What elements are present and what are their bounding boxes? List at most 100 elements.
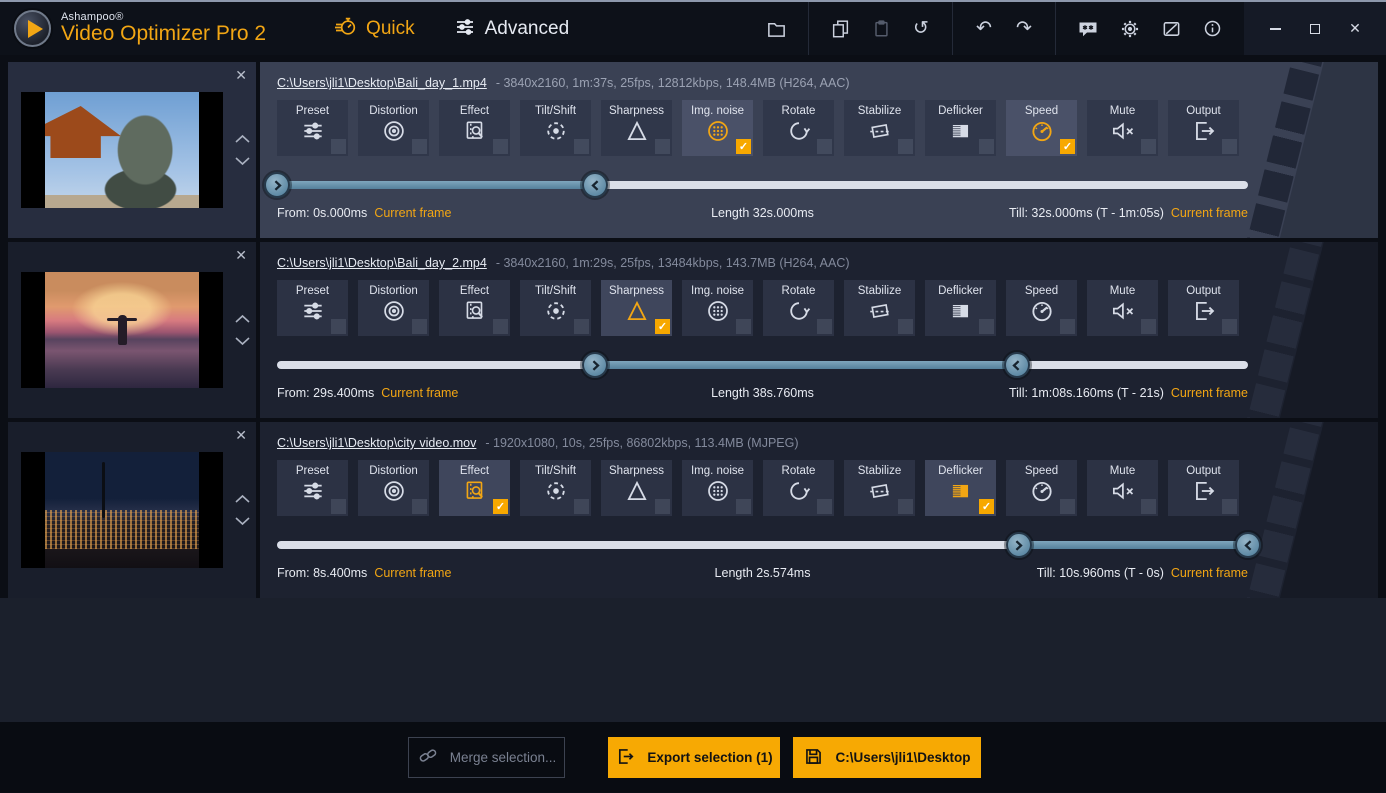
export-selection-button[interactable]: Export selection (1) [608, 737, 780, 778]
tool-button-tiltshift[interactable]: Tilt/Shift [520, 280, 591, 336]
slider-handle-till[interactable] [582, 172, 608, 198]
tool-checkbox[interactable] [412, 319, 427, 334]
tool-checkbox[interactable]: ✓ [979, 499, 994, 514]
tool-checkbox[interactable] [493, 319, 508, 334]
tool-checkbox[interactable] [1222, 319, 1237, 334]
tool-button-sharpness[interactable]: Sharpness [601, 460, 672, 516]
video-thumbnail[interactable] [21, 272, 223, 388]
tool-checkbox[interactable] [493, 139, 508, 154]
feedback-button[interactable] [1077, 19, 1099, 39]
tool-checkbox[interactable] [574, 139, 589, 154]
tool-button-stabilize[interactable]: Stabilize [844, 100, 915, 156]
tool-checkbox[interactable]: ✓ [1060, 139, 1075, 154]
from-current-frame-link[interactable]: Current frame [374, 566, 451, 580]
tool-button-preset[interactable]: Preset [277, 100, 348, 156]
tool-checkbox[interactable] [817, 499, 832, 514]
tool-checkbox[interactable] [1141, 319, 1156, 334]
slider-handle-from[interactable] [582, 352, 608, 378]
tool-button-distortion[interactable]: Distortion [358, 100, 429, 156]
trim-slider[interactable] [277, 173, 1248, 197]
slider-handle-from[interactable] [1006, 532, 1032, 558]
tool-checkbox[interactable] [1141, 139, 1156, 154]
tool-checkbox[interactable] [1222, 499, 1237, 514]
copy-button[interactable] [830, 18, 851, 39]
tool-button-deflicker[interactable]: Deflicker [925, 100, 996, 156]
tool-checkbox[interactable] [979, 139, 994, 154]
tool-button-speed[interactable]: Speed [1006, 280, 1077, 336]
tool-button-deflicker[interactable]: Deflicker ✓ [925, 460, 996, 516]
video-thumbnail[interactable] [21, 452, 223, 568]
info-button[interactable] [1202, 18, 1223, 39]
slider-handle-till[interactable] [1004, 352, 1030, 378]
tool-button-rotate[interactable]: Rotate [763, 460, 834, 516]
till-current-frame-link[interactable]: Current frame [1171, 386, 1248, 400]
tool-checkbox[interactable] [817, 319, 832, 334]
tool-checkbox[interactable] [655, 139, 670, 154]
undo-button[interactable]: ↶ [974, 19, 994, 38]
tool-checkbox[interactable] [331, 139, 346, 154]
tool-button-output[interactable]: Output [1168, 280, 1239, 336]
tool-button-mute[interactable]: Mute [1087, 460, 1158, 516]
merge-selection-button[interactable]: Merge selection... [408, 737, 565, 778]
maximize-button[interactable] [1300, 16, 1330, 42]
from-current-frame-link[interactable]: Current frame [381, 386, 458, 400]
tool-checkbox[interactable] [817, 139, 832, 154]
tool-button-sharpness[interactable]: Sharpness ✓ [601, 280, 672, 336]
output-path-button[interactable]: C:\Users\jli1\Desktop [793, 737, 981, 778]
paste-button[interactable] [871, 18, 891, 39]
tool-checkbox[interactable] [898, 139, 913, 154]
redo-button[interactable]: ↷ [1014, 19, 1034, 38]
slider-handle-till[interactable] [1235, 532, 1261, 558]
tool-button-stabilize[interactable]: Stabilize [844, 280, 915, 336]
tool-button-stabilize[interactable]: Stabilize [844, 460, 915, 516]
tool-button-speed[interactable]: Speed [1006, 460, 1077, 516]
tool-button-effect[interactable]: Effect [439, 280, 510, 336]
tool-checkbox[interactable] [412, 499, 427, 514]
tool-button-effect[interactable]: Effect [439, 100, 510, 156]
move-up-button[interactable] [234, 494, 251, 504]
tool-button-effect[interactable]: Effect ✓ [439, 460, 510, 516]
trim-slider[interactable] [277, 533, 1248, 557]
minimize-button[interactable] [1260, 16, 1290, 42]
tool-button-imgnoise[interactable]: Img. noise [682, 460, 753, 516]
tool-button-distortion[interactable]: Distortion [358, 460, 429, 516]
tool-button-mute[interactable]: Mute [1087, 100, 1158, 156]
reset-button[interactable]: ↺ [911, 19, 931, 38]
settings-gear-icon[interactable] [1119, 18, 1141, 40]
tool-checkbox[interactable] [898, 319, 913, 334]
tool-checkbox[interactable] [1141, 499, 1156, 514]
tool-button-imgnoise[interactable]: Img. noise ✓ [682, 100, 753, 156]
tool-checkbox[interactable]: ✓ [736, 139, 751, 154]
tool-button-speed[interactable]: Speed ✓ [1006, 100, 1077, 156]
move-down-button[interactable] [234, 516, 251, 526]
tool-checkbox[interactable] [1222, 139, 1237, 154]
tool-button-imgnoise[interactable]: Img. noise [682, 280, 753, 336]
from-current-frame-link[interactable]: Current frame [374, 206, 451, 220]
tool-button-rotate[interactable]: Rotate [763, 100, 834, 156]
tool-button-distortion[interactable]: Distortion [358, 280, 429, 336]
tool-button-sharpness[interactable]: Sharpness [601, 100, 672, 156]
theme-toggle-button[interactable] [1161, 19, 1182, 39]
slider-handle-from[interactable] [264, 172, 290, 198]
till-current-frame-link[interactable]: Current frame [1171, 206, 1248, 220]
tool-button-output[interactable]: Output [1168, 460, 1239, 516]
move-down-button[interactable] [234, 336, 251, 346]
tool-checkbox[interactable] [412, 139, 427, 154]
open-folder-button[interactable] [766, 19, 787, 39]
trim-slider[interactable] [277, 353, 1248, 377]
tab-advanced[interactable]: Advanced [453, 14, 570, 44]
file-path-link[interactable]: C:\Users\jli1\Desktop\Bali_day_2.mp4 [277, 256, 487, 270]
tool-checkbox[interactable] [1060, 319, 1075, 334]
tool-button-tiltshift[interactable]: Tilt/Shift [520, 100, 591, 156]
remove-video-icon[interactable]: ✕ [235, 67, 247, 84]
tool-checkbox[interactable] [736, 319, 751, 334]
tool-checkbox[interactable] [1060, 499, 1075, 514]
tool-checkbox[interactable] [979, 319, 994, 334]
tab-quick[interactable]: Quick [332, 14, 415, 44]
tool-button-preset[interactable]: Preset [277, 280, 348, 336]
tool-button-output[interactable]: Output [1168, 100, 1239, 156]
video-thumbnail[interactable] [21, 92, 223, 208]
tool-checkbox[interactable] [331, 319, 346, 334]
tool-button-mute[interactable]: Mute [1087, 280, 1158, 336]
tool-checkbox[interactable] [574, 319, 589, 334]
